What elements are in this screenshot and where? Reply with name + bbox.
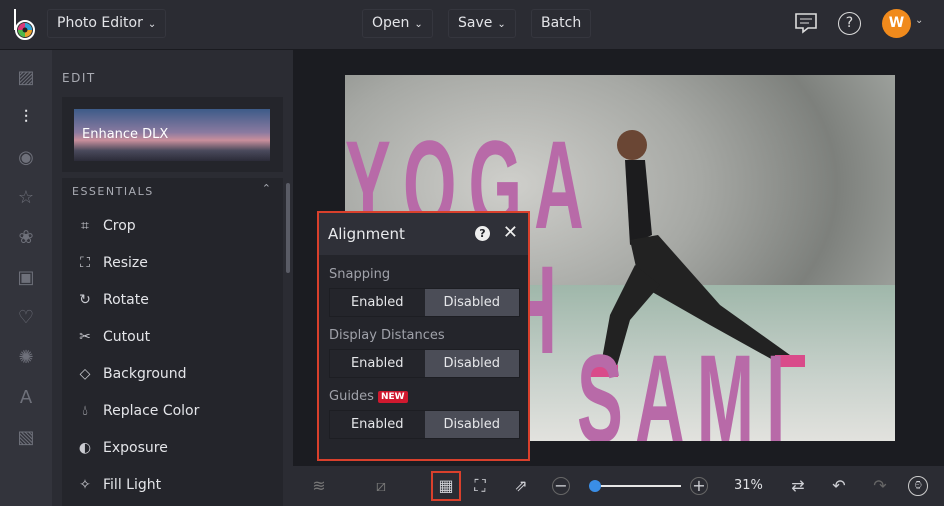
- app-menu-dropdown[interactable]: Photo Editor ⌄: [47, 9, 167, 38]
- fill-light-icon: ✧: [79, 477, 91, 493]
- snapping-enabled-button[interactable]: Enabled: [330, 289, 425, 316]
- close-icon[interactable]: ✕: [503, 222, 518, 243]
- text-icon[interactable]: A: [14, 386, 38, 410]
- star-icon[interactable]: ☆: [14, 186, 38, 210]
- befunky-logo[interactable]: [12, 8, 38, 40]
- essentials-group: ESSENTIALS ⌃ ⌗ Crop ⛶ Resize ↻ Rotate ✂ Cuto…: [62, 178, 283, 506]
- guides-toggle: Enabled Disabled: [329, 410, 520, 439]
- sliders-icon[interactable]: ⫶: [14, 106, 38, 130]
- menu-item-rotate[interactable]: ↻ Rotate: [76, 288, 149, 312]
- image-icon[interactable]: ▨: [14, 66, 38, 90]
- exposure-icon: ◐: [78, 440, 92, 456]
- guides-disabled-button[interactable]: Disabled: [424, 411, 519, 438]
- scissors-icon: ✂: [79, 329, 91, 345]
- chevron-down-icon: ⌄: [147, 19, 157, 30]
- frame-icon[interactable]: ▣: [14, 266, 38, 290]
- snapping-toggle: Enabled Disabled: [329, 288, 520, 317]
- avatar[interactable]: W: [882, 9, 911, 38]
- guides-enabled-button[interactable]: Enabled: [330, 411, 425, 438]
- chevron-down-icon: ⌄: [497, 19, 506, 30]
- undo-icon[interactable]: ↶: [827, 474, 851, 498]
- menu-item-replace-color[interactable]: 💧︎ Replace Color: [76, 399, 199, 423]
- edit-panel: EDIT Enhance DLX ESSENTIALS ⌃ ⌗ Crop ⛶ Res…: [52, 50, 293, 506]
- layers-icon[interactable]: ≋: [307, 474, 331, 498]
- new-badge: NEW: [377, 391, 408, 403]
- graphics-icon[interactable]: ❀: [14, 226, 38, 250]
- zoom-level: 31%: [734, 478, 763, 493]
- zoom-slider-handle[interactable]: [589, 480, 601, 492]
- enhance-dlx-card[interactable]: Enhance DLX: [62, 97, 283, 172]
- droplet-icon: 💧︎: [82, 403, 88, 419]
- display-distances-label: Display Distances: [329, 328, 445, 343]
- canvas-text-line2[interactable]: SAMI: [577, 337, 797, 441]
- fit-screen-icon[interactable]: ⛶: [468, 474, 492, 498]
- menu-item-background[interactable]: ◇ Background: [76, 362, 187, 386]
- actual-size-icon[interactable]: ⇗: [509, 474, 533, 498]
- batch-button[interactable]: Batch: [531, 9, 592, 38]
- group-title: ESSENTIALS: [72, 185, 154, 198]
- panel-scrollbar[interactable]: [286, 183, 290, 273]
- enhance-dlx-label: Enhance DLX: [82, 127, 169, 142]
- tool-rail: ▨ ⫶ ◉ ☆ ❀ ▣ ♡ ✺ A ▧: [0, 50, 52, 506]
- alignment-dialog: Alignment? ✕ Snapping Enabled Disabled Dis…: [317, 211, 530, 461]
- snapping-label: Snapping: [329, 267, 391, 282]
- menu-item-resize[interactable]: ⛶ Resize: [76, 251, 148, 275]
- feedback-icon[interactable]: [794, 12, 818, 34]
- guides-label: Guides: [329, 389, 374, 404]
- zoom-out-icon[interactable]: −: [552, 477, 570, 495]
- menu-item-exposure[interactable]: ◐ Exposure: [76, 436, 168, 460]
- history-icon[interactable]: ⌚︎: [908, 476, 928, 496]
- badge-icon[interactable]: ✺: [14, 346, 38, 370]
- top-bar: Photo Editor ⌄ Open ⌄ Save ⌄ Batch ? W ⌄: [0, 0, 944, 50]
- heart-icon[interactable]: ♡: [14, 306, 38, 330]
- menu-item-cutout[interactable]: ✂ Cutout: [76, 325, 150, 349]
- bottom-toolbar: ≋ ⧄ ▦ ⛶ ⇗ − + 31% ⇄ ↶ ↷ ⌚︎: [293, 466, 944, 506]
- dialog-title: Alignment: [328, 225, 405, 243]
- resize-icon: ⛶: [80, 255, 90, 271]
- chevron-up-icon[interactable]: ⌃: [262, 182, 271, 195]
- background-icon: ◇: [79, 366, 91, 382]
- alignment-button[interactable]: ▦: [431, 471, 461, 501]
- section-title: EDIT: [62, 71, 96, 85]
- menu-item-crop[interactable]: ⌗ Crop: [76, 214, 136, 238]
- transparency-grid-icon[interactable]: ⧄: [369, 474, 393, 498]
- open-dropdown[interactable]: Open ⌄: [362, 9, 433, 38]
- flip-icon[interactable]: ⇄: [786, 474, 810, 498]
- chevron-down-icon[interactable]: ⌄: [915, 15, 923, 26]
- menu-item-fill-light[interactable]: ✧ Fill Light: [76, 473, 161, 497]
- eye-icon[interactable]: ◉: [14, 146, 38, 170]
- chevron-down-icon: ⌄: [414, 19, 423, 30]
- distances-disabled-button[interactable]: Disabled: [424, 350, 519, 377]
- distances-enabled-button[interactable]: Enabled: [330, 350, 425, 377]
- rotate-icon: ↻: [79, 292, 91, 308]
- help-icon[interactable]: ?: [838, 12, 861, 35]
- redo-icon[interactable]: ↷: [868, 474, 892, 498]
- zoom-slider[interactable]: [595, 485, 681, 487]
- zoom-in-icon[interactable]: +: [690, 477, 708, 495]
- display-distances-toggle: Enabled Disabled: [329, 349, 520, 378]
- snapping-disabled-button[interactable]: Disabled: [424, 289, 519, 316]
- save-dropdown[interactable]: Save ⌄: [448, 9, 516, 38]
- crop-icon: ⌗: [81, 218, 89, 234]
- help-icon[interactable]: ?: [475, 226, 490, 241]
- texture-icon[interactable]: ▧: [14, 426, 38, 450]
